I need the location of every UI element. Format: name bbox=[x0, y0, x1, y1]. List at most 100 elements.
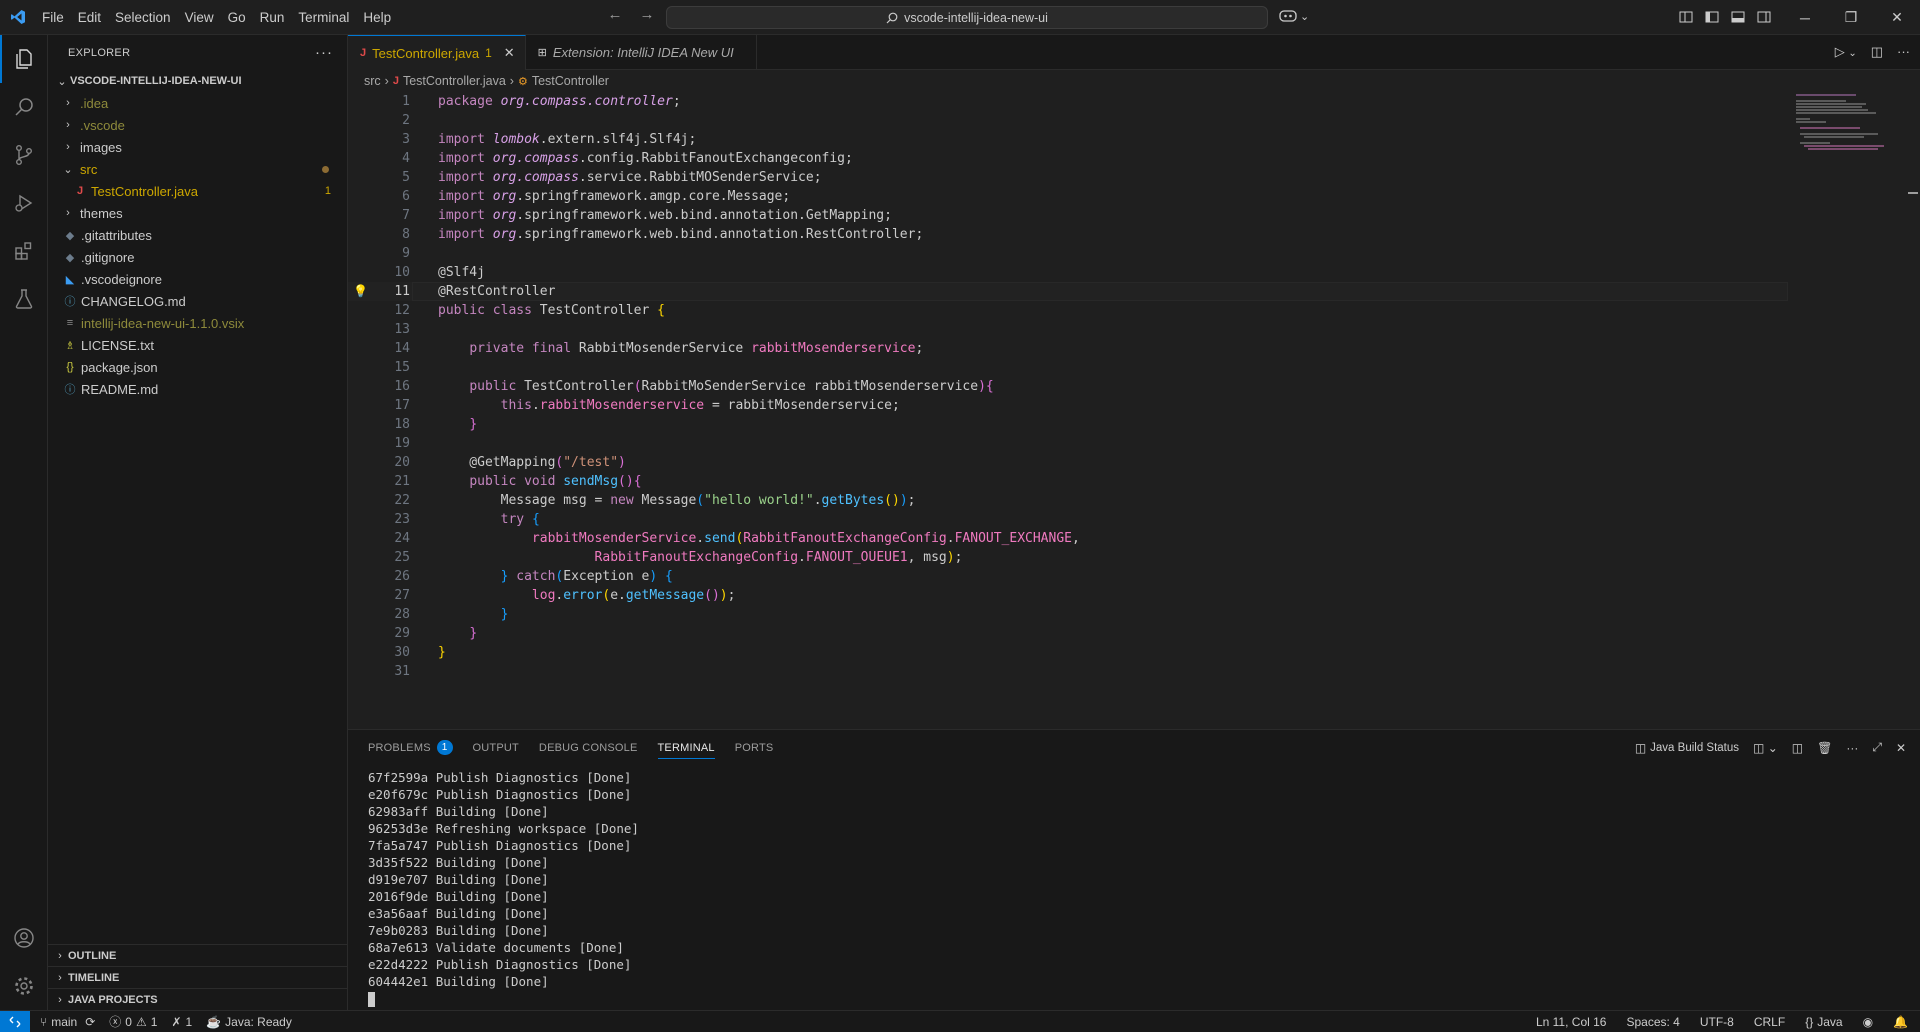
code-line: 3 import lombok.extern.slf4j.Slf4j; bbox=[402, 132, 697, 147]
toggle-secondary-sidebar-icon[interactable] bbox=[1756, 9, 1772, 25]
tab-terminal[interactable]: TERMINAL bbox=[657, 730, 715, 765]
problems-status[interactable]: ⓧ 0 ⚠ 1 bbox=[109, 1013, 157, 1030]
menu-terminal[interactable]: Terminal bbox=[291, 0, 356, 35]
java-build-status-button[interactable]: ◫ Java Build Status bbox=[1635, 741, 1739, 755]
tree-item-vsix[interactable]: ≡ intellij-idea-new-ui-1.1.0.vsix bbox=[48, 312, 347, 334]
menu-run[interactable]: Run bbox=[253, 0, 292, 35]
terminal-line: 62983aff Building [Done] bbox=[368, 804, 549, 819]
extensions-icon[interactable] bbox=[0, 227, 48, 275]
branch-status[interactable]: ⑂ main ⟳ bbox=[40, 1015, 95, 1029]
testing-icon[interactable] bbox=[0, 275, 48, 323]
remote-indicator-icon[interactable] bbox=[0, 1010, 30, 1032]
tree-item-vscode[interactable]: › .vscode bbox=[48, 114, 347, 136]
tab-ports[interactable]: PORTS bbox=[735, 730, 774, 765]
java-projects-section[interactable]: › JAVA PROJECTS bbox=[48, 988, 347, 1010]
encoding[interactable]: UTF-8 bbox=[1700, 1015, 1734, 1029]
tree-item-themes[interactable]: › themes bbox=[48, 202, 347, 224]
minimap[interactable] bbox=[1796, 92, 1906, 152]
menu-edit[interactable]: Edit bbox=[71, 0, 108, 35]
launch-profile-icon[interactable]: ◫ ⌄ bbox=[1753, 741, 1778, 755]
tree-item-images[interactable]: › images bbox=[48, 136, 347, 158]
restore-icon[interactable]: ❐ bbox=[1828, 0, 1874, 35]
terminal-output[interactable]: 67f2599a Publish Diagnostics [Done] e20f… bbox=[348, 765, 1920, 1007]
workspace-root[interactable]: ⌄ VSCODE-INTELLIJ-IDEA-NEW-UI bbox=[48, 70, 347, 92]
run-and-debug-icon[interactable] bbox=[0, 179, 48, 227]
tab-label: DEBUG CONSOLE bbox=[538, 741, 638, 754]
tab-label: PROBLEMS bbox=[368, 741, 431, 754]
command-center-search[interactable]: vscode-intellij-idea-new-ui bbox=[666, 6, 1268, 29]
toggle-primary-sidebar-icon[interactable] bbox=[1704, 9, 1720, 25]
more-actions-icon[interactable]: ··· bbox=[1897, 44, 1910, 60]
menu-selection[interactable]: Selection bbox=[108, 0, 178, 35]
tree-item-idea[interactable]: › .idea bbox=[48, 92, 347, 114]
ports-status[interactable]: ✗ 1 bbox=[171, 1015, 192, 1029]
tree-item-label: themes bbox=[80, 205, 123, 221]
split-editor-icon[interactable]: ◫ bbox=[1871, 44, 1883, 60]
tree-item-label: TestController.java bbox=[91, 183, 198, 199]
tree-item-readme[interactable]: ⓘ README.md bbox=[48, 378, 347, 400]
outline-section[interactable]: › OUTLINE bbox=[48, 944, 347, 966]
code-line: 31 bbox=[394, 664, 410, 679]
tree-item-changelog[interactable]: ⓘ CHANGELOG.md bbox=[48, 290, 347, 312]
tree-item-license[interactable]: ♗ LICENSE.txt bbox=[48, 334, 347, 356]
tree-item-package-json[interactable]: {} package.json bbox=[48, 356, 347, 378]
panel-actions: ◫ Java Build Status ◫ ⌄ ◫ 🗑 ··· ⤢ ✕ bbox=[1635, 740, 1906, 755]
timeline-section[interactable]: › TIMELINE bbox=[48, 966, 347, 988]
terminal-line: d919e707 Building [Done] bbox=[368, 872, 549, 887]
accounts-icon[interactable] bbox=[0, 914, 48, 962]
run-icon[interactable]: ▷ ⌄ bbox=[1835, 44, 1857, 60]
close-panel-icon[interactable]: ✕ bbox=[1896, 741, 1906, 755]
editor-scrollbar[interactable] bbox=[1906, 92, 1920, 728]
trash-icon[interactable]: 🗑 bbox=[1817, 741, 1832, 755]
close-icon[interactable]: ✕ bbox=[504, 45, 515, 61]
notifications-bell-icon[interactable]: 🔔 bbox=[1893, 1015, 1908, 1029]
manage-gear-icon[interactable] bbox=[0, 962, 48, 1010]
tree-item-testcontroller[interactable]: J TestController.java 1 bbox=[48, 180, 347, 202]
modified-dot bbox=[322, 165, 329, 173]
menu-go[interactable]: Go bbox=[221, 0, 253, 35]
split-terminal-icon[interactable]: ◫ bbox=[1792, 741, 1803, 755]
code-line: 2 bbox=[402, 113, 410, 128]
search-icon[interactable] bbox=[0, 83, 48, 131]
copilot-icon[interactable]: ⌄ bbox=[1278, 8, 1309, 24]
code-editor[interactable]: 1 package org.compass.controller; 2 3 impo… bbox=[348, 92, 1788, 681]
toggle-panel-icon[interactable] bbox=[1730, 9, 1746, 25]
menu-help[interactable]: Help bbox=[356, 0, 398, 35]
copilot-status-icon[interactable]: ◉ bbox=[1863, 1015, 1873, 1029]
tree-item-gitignore[interactable]: ◆ .gitignore bbox=[48, 246, 347, 268]
maximize-panel-icon[interactable]: ⤢ bbox=[1872, 740, 1882, 755]
indentation[interactable]: Spaces: 4 bbox=[1626, 1015, 1679, 1029]
search-icon bbox=[886, 12, 898, 23]
tab-problems[interactable]: PROBLEMS 1 bbox=[368, 730, 453, 765]
explorer-title: EXPLORER bbox=[68, 46, 131, 59]
breadcrumb-class[interactable]: TestController bbox=[532, 74, 609, 88]
explorer-icon[interactable] bbox=[0, 35, 48, 83]
back-arrow-icon[interactable]: ← bbox=[604, 6, 626, 23]
source-control-icon[interactable] bbox=[0, 131, 48, 179]
java-status[interactable]: ☕ Java: Ready bbox=[206, 1015, 292, 1029]
customize-layout-icon[interactable] bbox=[1678, 9, 1694, 25]
breadcrumb-src[interactable]: src bbox=[364, 74, 381, 88]
tree-item-src[interactable]: ⌄ src bbox=[48, 158, 347, 180]
close-icon[interactable]: ✕ bbox=[1874, 0, 1920, 35]
code-line: 27 log.error(e.getMessage()); bbox=[394, 588, 736, 603]
cursor-position[interactable]: Ln 11, Col 16 bbox=[1536, 1015, 1607, 1029]
tree-item-vscodeignore[interactable]: ◣ .vscodeignore bbox=[48, 268, 347, 290]
tab-output[interactable]: OUTPUT bbox=[473, 730, 519, 765]
line-ending[interactable]: CRLF bbox=[1754, 1015, 1785, 1029]
breadcrumb-file[interactable]: TestController.java bbox=[403, 74, 506, 88]
more-actions-icon[interactable]: ··· bbox=[1846, 741, 1858, 755]
menu-view[interactable]: View bbox=[178, 0, 221, 35]
vscode-file-icon: ◣ bbox=[65, 273, 75, 286]
minimize-icon[interactable]: ─ bbox=[1782, 0, 1828, 35]
tab-testcontroller[interactable]: J TestController.java 1 ✕ bbox=[348, 35, 526, 70]
lightbulb-icon[interactable]: 💡 bbox=[353, 282, 368, 301]
menu-file[interactable]: File bbox=[35, 0, 71, 35]
more-actions-icon[interactable]: ··· bbox=[315, 44, 333, 61]
tab-extension[interactable]: ⊞ Extension: IntelliJ IDEA New UI bbox=[526, 35, 757, 70]
tab-debug-console[interactable]: DEBUG CONSOLE bbox=[539, 730, 638, 765]
tree-item-gitattributes[interactable]: ◆ .gitattributes bbox=[48, 224, 347, 246]
tree-item-label: .idea bbox=[80, 95, 109, 111]
forward-arrow-icon[interactable]: → bbox=[636, 6, 658, 23]
language-mode[interactable]: {} Java bbox=[1805, 1015, 1842, 1029]
